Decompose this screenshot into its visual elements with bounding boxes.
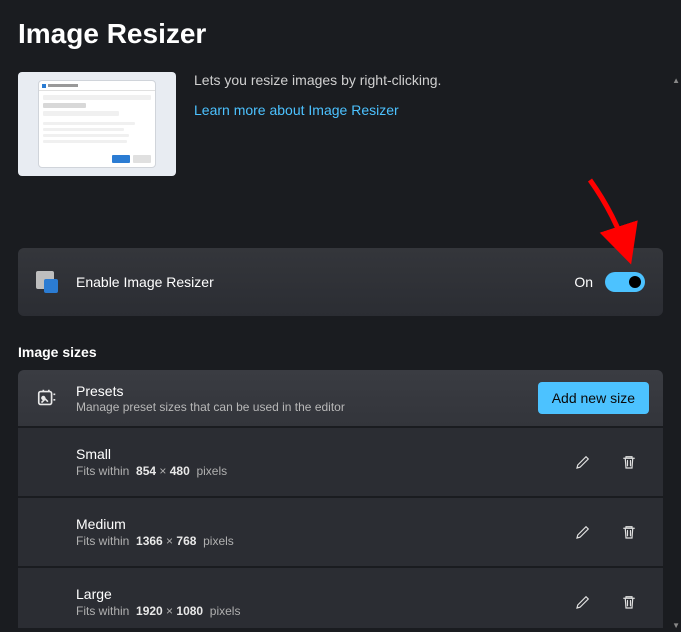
presets-icon xyxy=(36,387,58,409)
scroll-arrow-down-icon[interactable]: ▼ xyxy=(672,621,680,630)
size-description: Fits within 1920 × 1080 pixels xyxy=(76,604,573,618)
toggle-state-text: On xyxy=(574,274,593,290)
delete-icon[interactable] xyxy=(619,452,639,472)
edit-icon[interactable] xyxy=(573,522,593,542)
size-row-small: Small Fits within 854 × 480 pixels xyxy=(18,428,663,496)
size-name: Large xyxy=(76,586,573,602)
scroll-arrow-up-icon[interactable]: ▲ xyxy=(672,76,680,85)
presets-title: Presets xyxy=(76,383,538,399)
add-new-size-button[interactable]: Add new size xyxy=(538,382,649,414)
size-row-large: Large Fits within 1920 × 1080 pixels xyxy=(18,568,663,628)
edit-icon[interactable] xyxy=(573,592,593,612)
content-scroll-area[interactable]: Lets you resize images by right-clicking… xyxy=(0,62,681,628)
image-resizer-icon xyxy=(36,271,58,293)
size-description: Fits within 854 × 480 pixels xyxy=(76,464,573,478)
feature-preview-image xyxy=(18,72,176,176)
size-description: Fits within 1366 × 768 pixels xyxy=(76,534,573,548)
delete-icon[interactable] xyxy=(619,592,639,612)
enable-toggle[interactable] xyxy=(605,272,645,292)
enable-label: Enable Image Resizer xyxy=(76,274,574,290)
presets-header: Presets Manage preset sizes that can be … xyxy=(18,370,663,426)
enable-card: Enable Image Resizer On xyxy=(18,248,663,316)
size-row-medium: Medium Fits within 1366 × 768 pixels xyxy=(18,498,663,566)
image-sizes-section-label: Image sizes xyxy=(18,344,663,360)
delete-icon[interactable] xyxy=(619,522,639,542)
feature-description: Lets you resize images by right-clicking… xyxy=(194,72,663,88)
edit-icon[interactable] xyxy=(573,452,593,472)
learn-more-link[interactable]: Learn more about Image Resizer xyxy=(194,102,399,118)
header-section: Lets you resize images by right-clicking… xyxy=(0,62,681,196)
size-name: Small xyxy=(76,446,573,462)
page-title: Image Resizer xyxy=(0,0,681,62)
presets-subtitle: Manage preset sizes that can be used in … xyxy=(76,400,538,414)
size-name: Medium xyxy=(76,516,573,532)
